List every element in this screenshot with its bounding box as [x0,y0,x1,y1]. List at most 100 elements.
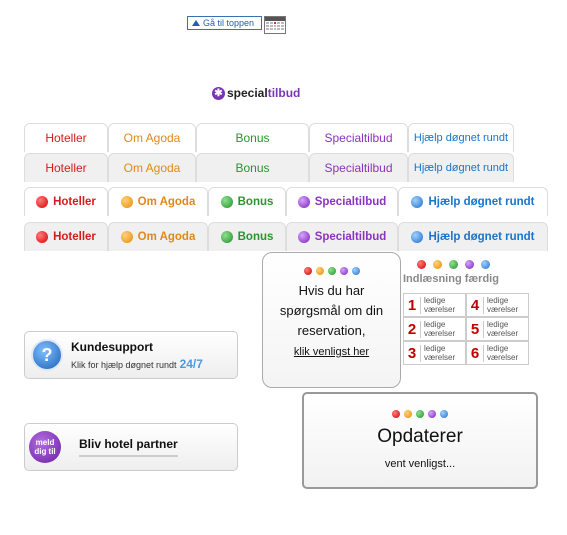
green-dot-icon [416,410,424,418]
room-count: 2 [406,320,421,338]
tab-label: Om Agoda [137,231,196,243]
room-count: 1 [406,296,421,314]
tab-label: Bonus [235,161,270,175]
bubble-line-2: spørgsmål om din [279,303,384,318]
blue-dot-icon [440,410,448,418]
updating-dialog: Opdaterer vent venligst... [302,392,538,489]
tab-specialtilbud[interactable]: Specialtilbud [309,153,408,182]
tab-hjaelp[interactable]: Hjælp døgnet rundt [408,153,514,182]
tab-row-plain: Hoteller Om Agoda Bonus Specialtilbud Hj… [24,123,514,152]
tab-bonus[interactable]: Bonus [196,123,309,152]
tab-om-agoda[interactable]: Om Agoda [108,123,196,152]
support-hours: 24/7 [179,356,203,371]
tab-label: Om Agoda [123,131,181,145]
tab-specialtilbud[interactable]: Specialtilbud [286,222,398,251]
tab-row-grey: Hoteller Om Agoda Bonus Specialtilbud Hj… [24,153,514,182]
bubble-line-3: reservation, [297,323,366,338]
room-cell[interactable]: 6 ledige værelser [466,341,529,365]
tab-om-agoda[interactable]: Om Agoda [108,222,208,251]
tab-label: Hoteller [45,161,87,175]
green-dot-icon [449,260,458,269]
updating-subtitle: vent venligst... [384,458,456,470]
tab-specialtilbud[interactable]: Specialtilbud [309,123,408,152]
click-here-link[interactable]: klik venligst her [294,346,369,358]
green-dot-icon [327,267,336,275]
go-to-top-label: Gå til toppen [203,18,255,28]
hotel-partner-button[interactable]: meld dig til Bliv hotel partner [24,423,238,471]
room-label-1: ledige [487,296,509,305]
tab-label: Specialtilbud [324,131,393,145]
room-label-2: værelser [424,353,456,362]
go-to-top-link[interactable]: Gå til toppen [187,16,262,30]
green-dot-icon [220,231,233,243]
tab-row-bold: Hoteller Om Agoda Bonus Specialtilbud Hj… [24,187,548,216]
room-label-2: værelser [487,329,519,338]
room-label-1: ledige [487,344,509,353]
orange-dot-icon [120,231,133,243]
updating-title: Opdaterer [377,426,463,447]
room-count: 6 [469,344,484,362]
help-icon: ? [31,339,63,371]
tab-hoteller[interactable]: Hoteller [24,123,108,152]
purple-dot-icon [465,260,474,269]
room-label-2: værelser [424,305,456,314]
loading-dots [403,260,533,269]
green-dot-icon [220,196,233,208]
support-title: Kundesupport [71,339,153,354]
room-cell[interactable]: 4 ledige værelser [466,293,529,317]
purple-dot-icon [428,410,436,418]
loading-title: Indlæsning færdig [403,273,499,285]
star-icon: ✱ [212,86,225,100]
calendar-icon[interactable] [264,16,286,34]
tab-bonus[interactable]: Bonus [196,153,309,182]
blue-dot-icon [411,231,424,243]
room-count: 3 [406,344,421,362]
tab-hoteller[interactable]: Hoteller [24,222,108,251]
red-dot-icon [417,260,426,269]
room-cell[interactable]: 2 ledige værelser [403,317,466,341]
room-cell[interactable]: 1 ledige værelser [403,293,466,317]
tab-label: Hoteller [45,131,87,145]
tab-om-agoda[interactable]: Om Agoda [108,187,208,216]
customer-support-button[interactable]: ? Kundesupport Klik for hjælp døgnet run… [24,331,238,379]
tab-hjaelp[interactable]: Hjælp døgnet rundt [398,222,548,251]
tab-hjaelp[interactable]: Hjælp døgnet rundt [398,187,548,216]
tab-specialtilbud[interactable]: Specialtilbud [286,187,398,216]
tab-om-agoda[interactable]: Om Agoda [108,153,196,182]
purple-dot-icon [297,231,310,243]
bubble-line-1: Hvis du har [298,283,365,298]
tab-bonus[interactable]: Bonus [208,187,286,216]
rooms-grid: 1 ledige værelser 4 ledige værelser 2 ledige v… [403,293,530,365]
partner-label: Bliv hotel partner [79,437,178,457]
tab-label: Bonus [237,231,274,243]
tab-hoteller[interactable]: Hoteller [24,187,108,216]
red-dot-icon [303,267,312,275]
specialtilbud-logo[interactable]: ✱ special tilbud [212,86,300,100]
arrow-up-icon [192,20,200,26]
support-subtitle: Klik for hjælp døgnet rundt [71,359,177,370]
room-cell[interactable]: 3 ledige værelser [403,341,466,365]
room-cell[interactable]: 5 ledige værelser [466,317,529,341]
tab-label: Hoteller [53,231,96,243]
tab-label: Hjælp døgnet rundt [428,196,535,208]
tab-bonus[interactable]: Bonus [208,222,286,251]
purple-dot-icon [339,267,348,275]
purple-dot-icon [297,196,310,208]
room-count: 5 [469,320,484,338]
orange-dot-icon [315,267,324,275]
badge-line-1: meld [35,438,55,447]
red-dot-icon [36,196,49,208]
blue-dot-icon [481,260,490,269]
red-dot-icon [392,410,400,418]
tab-hjaelp[interactable]: Hjælp døgnet rundt [408,123,514,152]
tab-label: Hjælp døgnet rundt [413,162,509,174]
help-bubble: Hvis du har spørgsmål om din reservation… [262,252,401,388]
tab-label: Hjælp døgnet rundt [428,231,535,243]
tab-hoteller[interactable]: Hoteller [24,153,108,182]
tab-label: Bonus [235,131,270,145]
room-label-2: værelser [487,353,519,362]
orange-dot-icon [433,260,442,269]
tab-row-bold-grey: Hoteller Om Agoda Bonus Specialtilbud Hj… [24,222,548,251]
tab-label: Bonus [237,196,274,208]
tab-label: Specialtilbud [314,196,387,208]
